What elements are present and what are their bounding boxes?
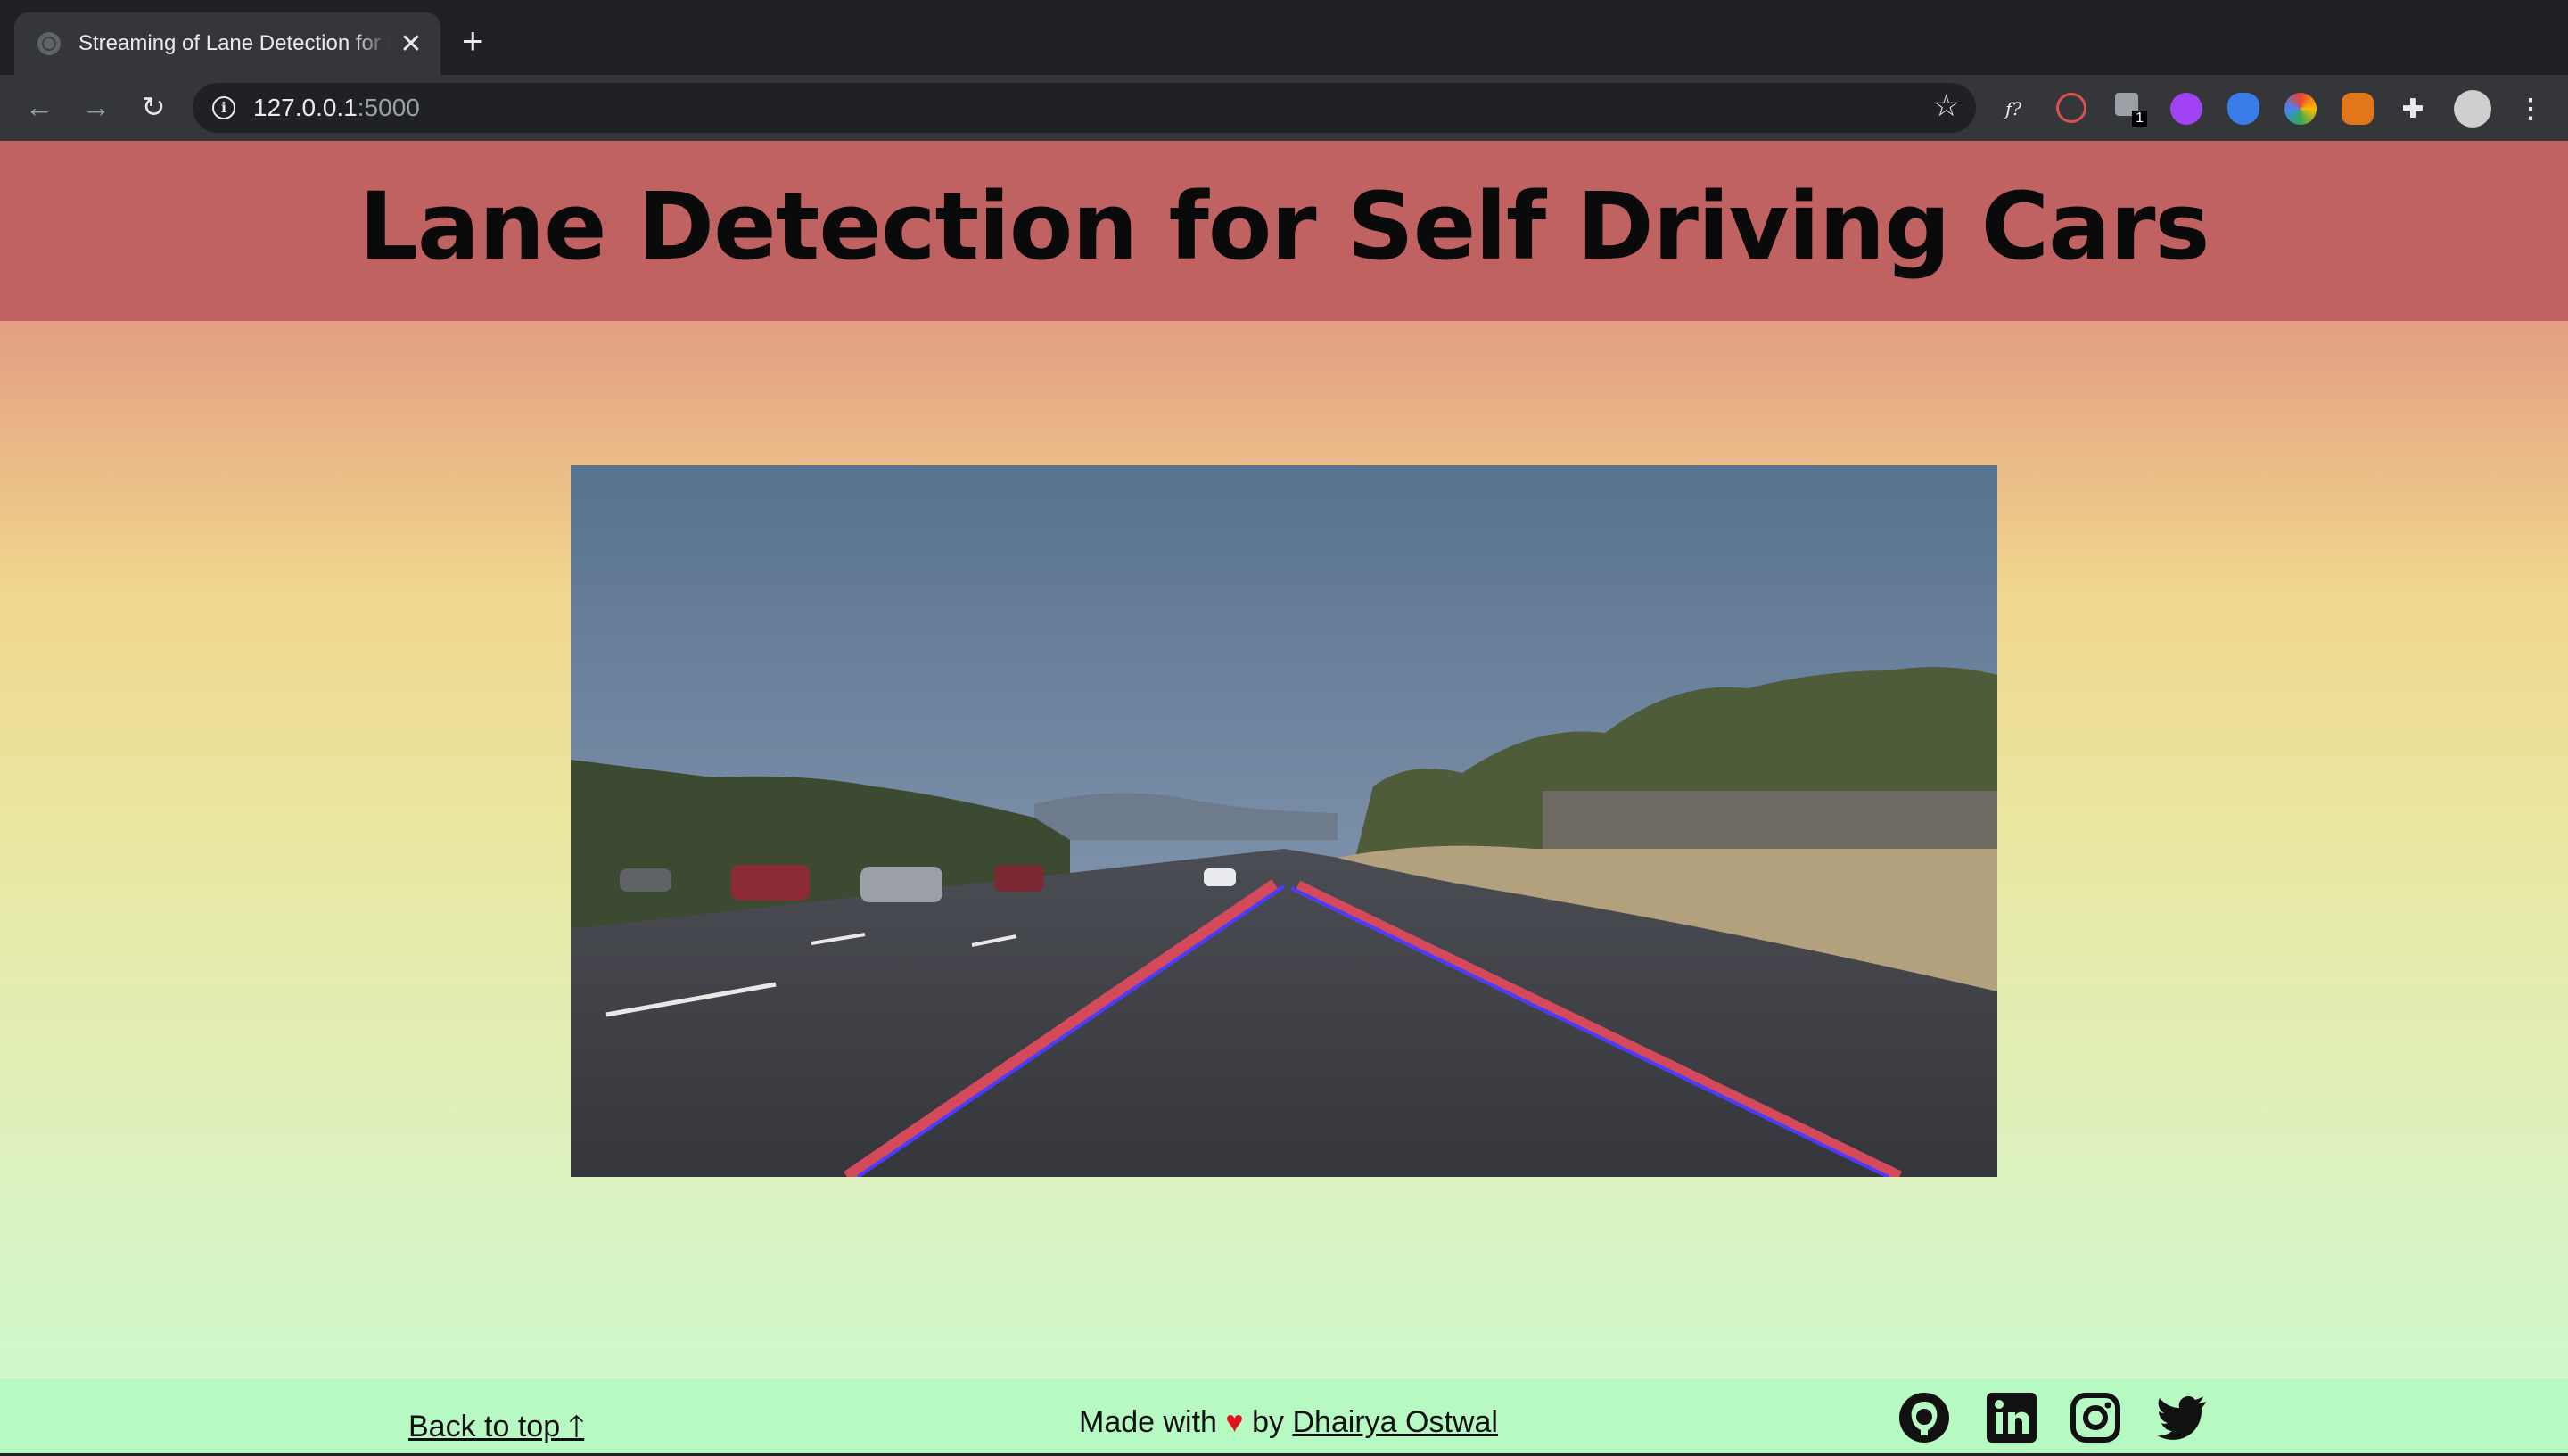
profile-avatar[interactable]	[2454, 90, 2491, 128]
back-arrow-icon[interactable]: ←	[21, 89, 57, 125]
color-wheel-extension-icon[interactable]	[2284, 93, 2317, 125]
more-menu-icon[interactable]: ⋮	[2514, 93, 2547, 125]
puzzle-extensions-icon[interactable]: ✚	[2397, 93, 2429, 125]
reload-icon[interactable]: ↻	[136, 89, 171, 125]
page-body: Lane Detection for Self Driving Cars Bac…	[0, 141, 2568, 1453]
forward-arrow-icon[interactable]: →	[78, 89, 114, 125]
instagram-icon[interactable]	[2069, 1391, 2122, 1444]
arrow-up-icon: 🡑	[568, 1410, 585, 1444]
back-to-top-link[interactable]: Back to top 🡑	[408, 1405, 584, 1456]
car	[1204, 868, 1236, 886]
shield-extension-icon[interactable]	[2227, 93, 2259, 125]
linkedin-icon[interactable]	[1985, 1391, 2038, 1444]
new-tab-button[interactable]: +	[462, 20, 484, 62]
info-icon[interactable]: i	[212, 96, 235, 119]
car	[860, 867, 942, 902]
url-text[interactable]: 127.0.0.1:5000	[253, 94, 420, 122]
lane-detection-video-stream	[571, 465, 1997, 1177]
car	[994, 865, 1044, 892]
page-header: Lane Detection for Self Driving Cars	[0, 141, 2568, 321]
car	[731, 865, 810, 901]
address-bar[interactable]: i 127.0.0.1:5000 ☆	[193, 83, 1976, 133]
twitter-icon[interactable]	[2156, 1391, 2210, 1444]
browser-tab[interactable]: Streaming of Lane Detection for Self Dri…	[14, 12, 440, 75]
fox-extension-icon[interactable]	[2342, 93, 2374, 125]
browser-tabstrip: Streaming of Lane Detection for Self Dri…	[0, 0, 2568, 75]
author-link[interactable]: Dhairya Ostwal	[1292, 1405, 1498, 1439]
purple-extension-icon[interactable]	[2170, 93, 2202, 125]
heart-icon: ♥	[1225, 1405, 1244, 1439]
made-with-credit: Made with ♥ by Dhairya Ostwal	[1079, 1405, 1498, 1439]
car	[620, 868, 671, 892]
bookmark-star-icon[interactable]: ☆	[1933, 88, 1960, 124]
tab-title: Streaming of Lane Detection for Self Dri…	[78, 31, 391, 55]
page-footer: Back to top 🡑 Made with ♥ by Dhairya Ost…	[0, 1378, 2568, 1453]
github-icon[interactable]	[1897, 1391, 1951, 1444]
fence	[1543, 791, 1997, 853]
close-tab-icon[interactable]: ✕	[398, 29, 424, 60]
page-title: Lane Detection for Self Driving Cars	[358, 172, 2210, 281]
browser-toolbar: ← → ↻ i 127.0.0.1:5000 ☆ f? 1 ✚ ⋮	[0, 75, 2568, 141]
globe-icon	[37, 32, 61, 55]
tab-counter-extension-icon[interactable]: 1	[2115, 93, 2147, 127]
blocked-extension-icon[interactable]	[2056, 93, 2086, 123]
formula-extension-icon[interactable]: f?	[1997, 93, 2029, 125]
